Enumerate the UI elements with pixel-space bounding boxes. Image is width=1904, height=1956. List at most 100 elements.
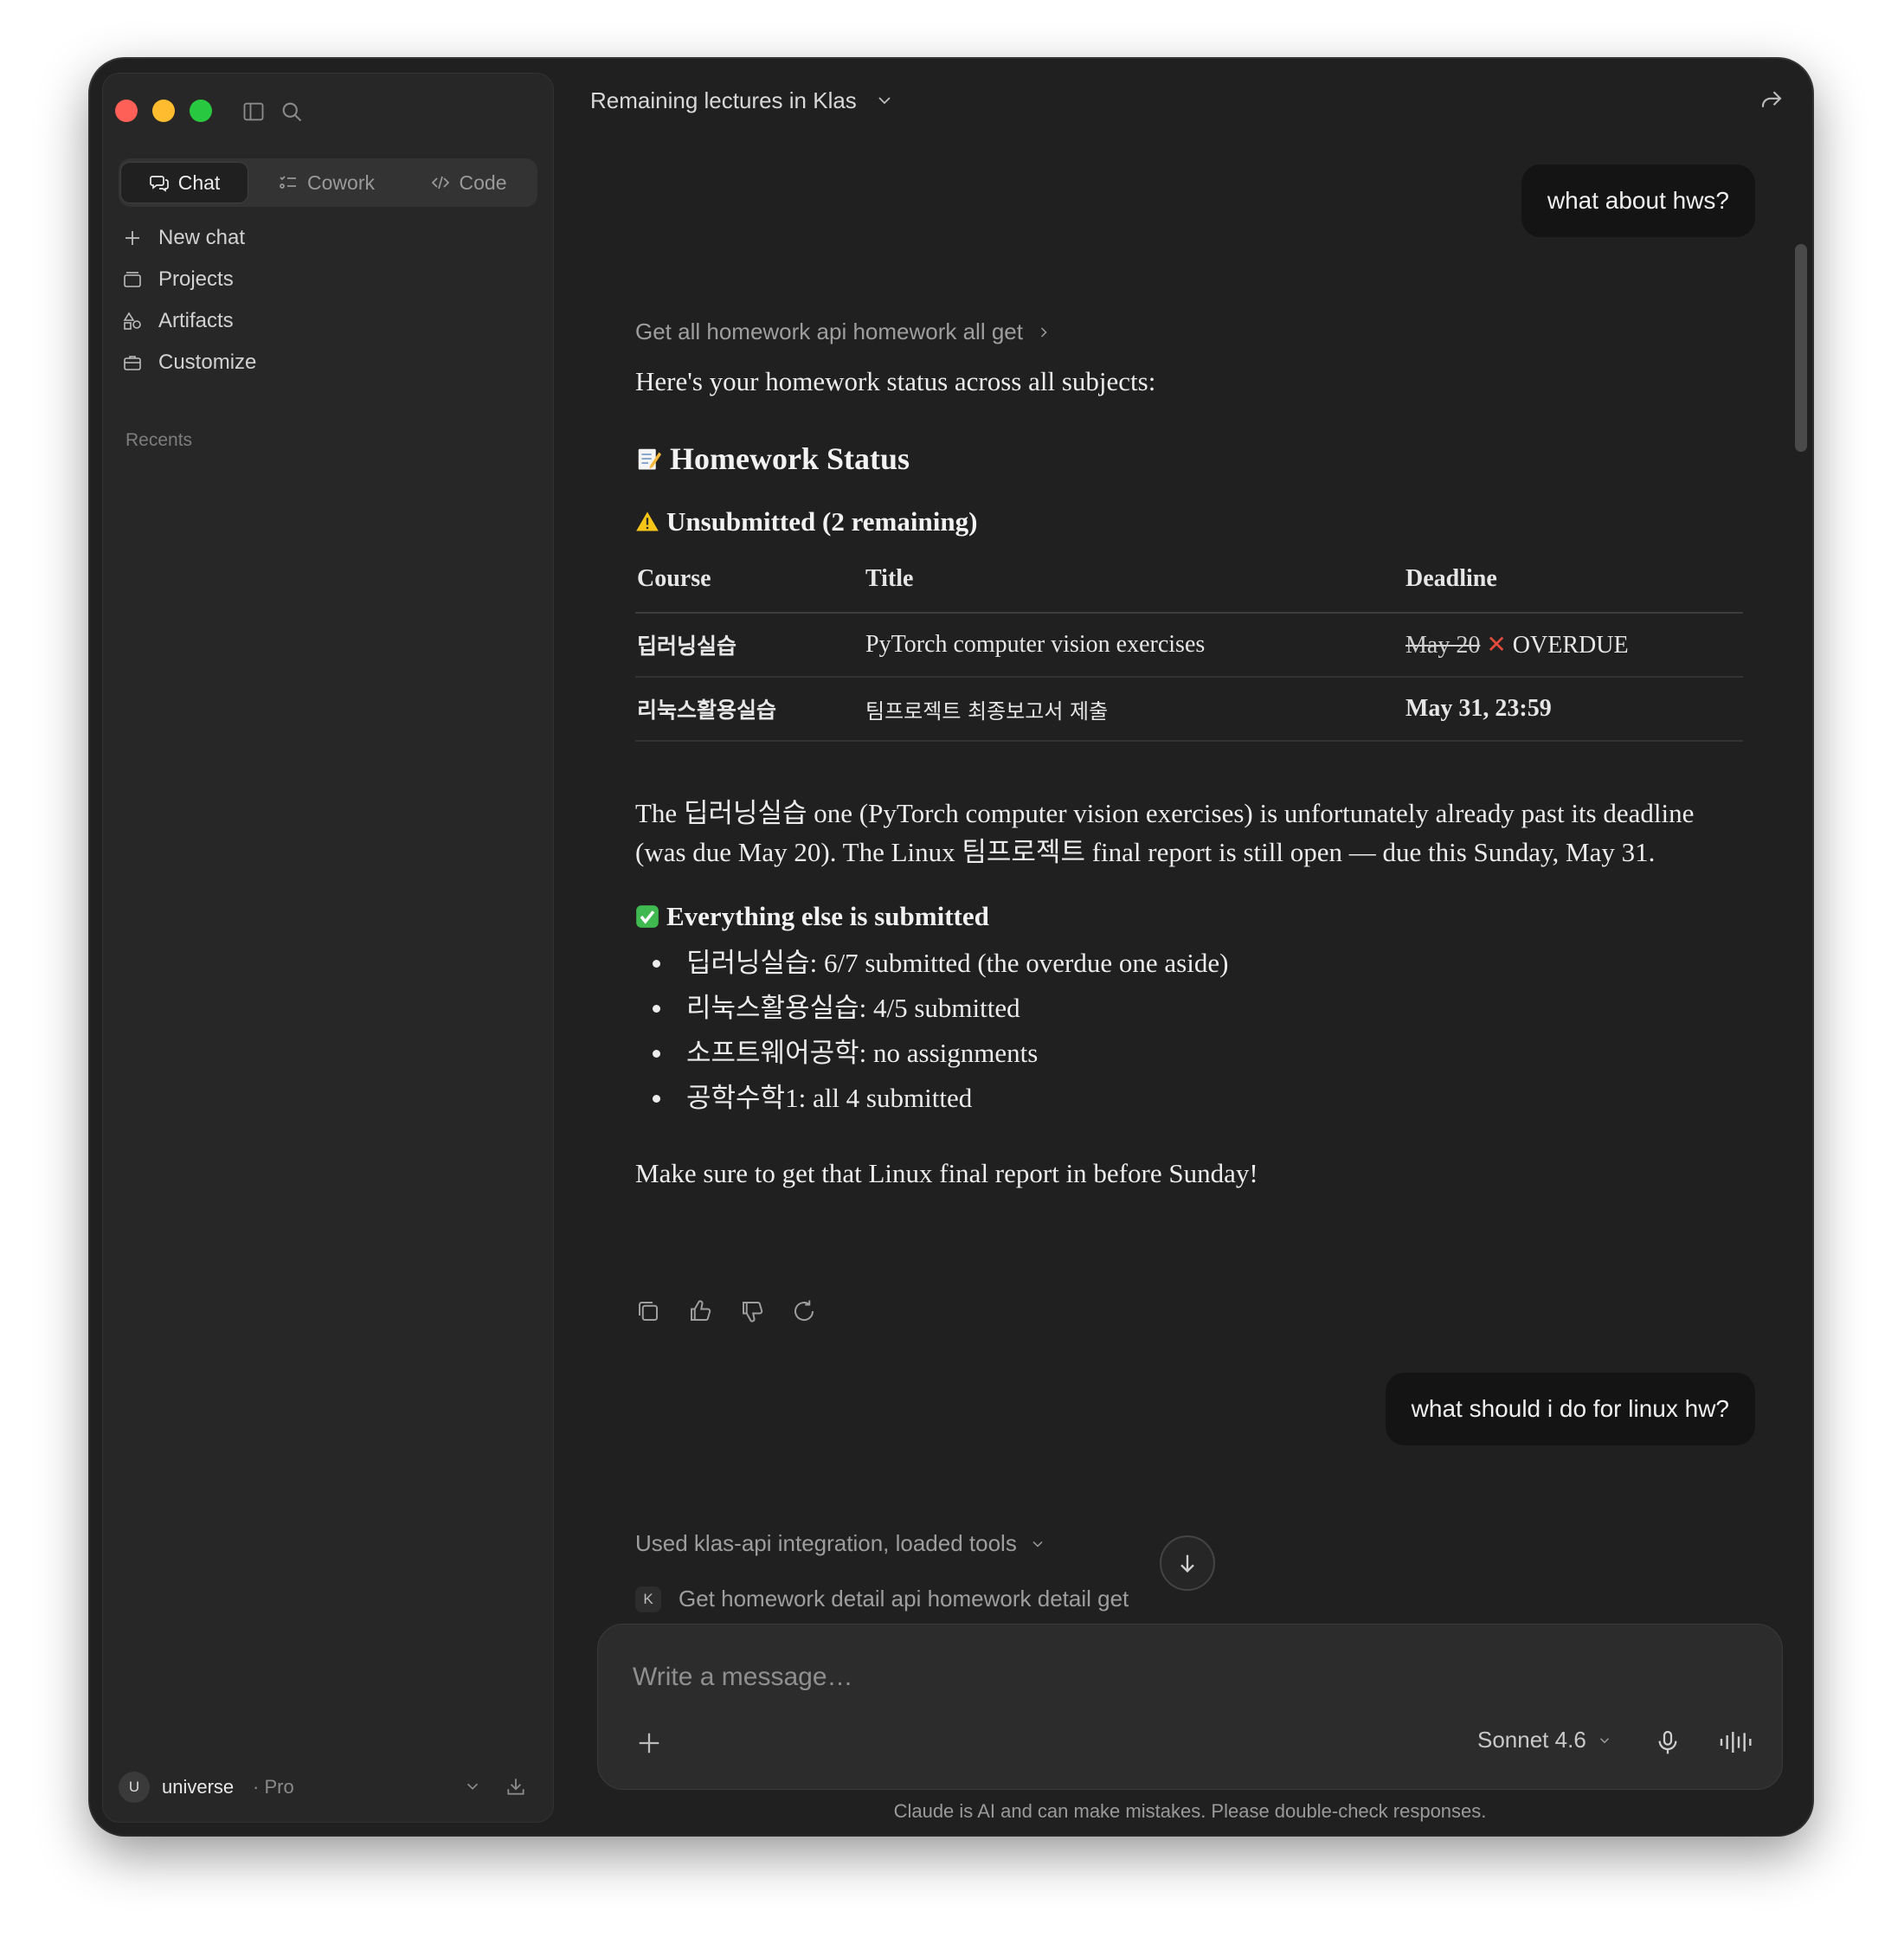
chevron-down-icon: [1032, 1541, 1043, 1547]
list-item: 딥러닝실습: 6/7 submitted (the overdue one as…: [635, 941, 1743, 986]
sidebar-item-artifacts[interactable]: Artifacts: [122, 302, 234, 340]
chevron-right-icon: [1040, 326, 1047, 338]
scrollbar-thumb[interactable]: [1795, 244, 1807, 452]
sidebar: Chat Cowork Code New chat Projects Artif…: [102, 73, 554, 1823]
sidebar-toggle-icon[interactable]: [241, 100, 266, 124]
user-menu[interactable]: U universe · Pro: [119, 1768, 537, 1806]
thumbs-up-icon[interactable]: [687, 1298, 713, 1324]
tool-call-summary[interactable]: Get all homework api homework all get: [635, 318, 1052, 345]
user-message: what about hws?: [1521, 164, 1755, 237]
new-chat-label: New chat: [158, 226, 246, 249]
course-cell: 리눅스활용실습: [635, 677, 864, 742]
chevron-down-icon: [1599, 1737, 1609, 1743]
memo-icon: [638, 448, 661, 470]
chevron-down-icon[interactable]: [463, 1777, 482, 1796]
summary-paragraph: The 딥러닝실습 one (PyTorch computer vision e…: [635, 798, 1695, 867]
tab-chat[interactable]: Chat: [120, 162, 248, 203]
new-chat-button[interactable]: New chat: [122, 219, 245, 257]
check-mark-icon: [636, 905, 659, 928]
user-message: what should i do for linux hw?: [1385, 1373, 1755, 1445]
tool-call-label: Get homework detail api homework detail …: [679, 1586, 1129, 1612]
submitted-heading: Everything else is submitted: [635, 901, 1743, 932]
microphone-icon[interactable]: [1654, 1728, 1682, 1756]
intro-text: Here's your homework status across all s…: [635, 366, 1156, 396]
list-item: 공학수학1: all 4 submitted: [635, 1076, 1743, 1121]
closing-text: Make sure to get that Linux final report…: [635, 1158, 1258, 1188]
conversation-title-button[interactable]: Remaining lectures in Klas: [590, 81, 895, 119]
minimize-window-button[interactable]: [152, 100, 175, 122]
table-row: 딥러닝실습 PyTorch computer vision exercises …: [635, 613, 1743, 678]
user-name: universe: [162, 1776, 235, 1798]
assistant-message: Here's your homework status across all s…: [635, 362, 1743, 1193]
maximize-window-button[interactable]: [190, 100, 212, 122]
chat-bubbles-icon: [149, 176, 169, 192]
copy-icon[interactable]: [635, 1298, 661, 1324]
tab-cowork[interactable]: Cowork: [257, 162, 396, 203]
integration-badge: K: [635, 1586, 661, 1612]
thumbs-down-icon[interactable]: [739, 1298, 765, 1324]
list-item: 소프트웨어공학: no assignments: [635, 1031, 1743, 1076]
folder-icon: [124, 272, 141, 287]
sidebar-item-customize[interactable]: Customize: [122, 344, 256, 382]
chevron-down-icon: [878, 97, 891, 105]
arrow-down-icon: [1180, 1554, 1194, 1573]
deadline-status: OVERDUE: [1512, 632, 1629, 659]
mode-tabs: Chat Cowork Code: [119, 158, 537, 207]
homework-status-heading: Homework Status: [635, 441, 1743, 477]
code-brackets-icon: [431, 176, 449, 190]
column-header: Course: [635, 546, 864, 614]
deadline-cell: May 20 ✕ OVERDUE: [1404, 613, 1743, 678]
briefcase-icon: [124, 356, 141, 370]
homework-status-text: Homework Status: [670, 441, 910, 476]
recents-heading: Recents: [125, 430, 193, 450]
title-cell: 팀프로젝트 최종보고서 제출: [864, 677, 1404, 742]
sidebar-item-projects[interactable]: Projects: [122, 261, 234, 299]
tool-call-label: Get all homework api homework all get: [635, 318, 1023, 344]
app-window: Chat Cowork Code New chat Projects Artif…: [90, 59, 1812, 1835]
share-icon[interactable]: [1759, 87, 1785, 113]
projects-label: Projects: [158, 267, 234, 291]
retry-icon[interactable]: [791, 1298, 817, 1324]
voice-waveform-icon[interactable]: [1718, 1728, 1753, 1756]
tab-cowork-label: Cowork: [307, 171, 375, 194]
title-cell: PyTorch computer vision exercises: [864, 613, 1404, 678]
tool-call-item[interactable]: K Get homework detail api homework detai…: [635, 1586, 1129, 1612]
customize-label: Customize: [158, 351, 257, 374]
message-actions: [635, 1298, 817, 1324]
user-plan: · Pro: [253, 1776, 294, 1798]
message-input[interactable]: [631, 1657, 1673, 1697]
message-composer: Sonnet 4.6: [597, 1624, 1783, 1790]
overdue-x-icon: ✕: [1486, 630, 1507, 659]
unsubmitted-text: Unsubmitted (2 remaining): [666, 506, 978, 537]
warning-icon: [636, 512, 659, 531]
table-header-row: Course Title Deadline: [635, 546, 1743, 614]
download-icon[interactable]: [505, 1775, 527, 1798]
tab-code[interactable]: Code: [401, 162, 536, 203]
close-window-button[interactable]: [115, 100, 138, 122]
model-name: Sonnet 4.6: [1477, 1727, 1586, 1753]
checklist-icon: [280, 176, 297, 189]
deadline-struck: May 20: [1405, 632, 1481, 659]
model-selector[interactable]: Sonnet 4.6: [1477, 1727, 1612, 1753]
list-item: 리눅스활용실습: 4/5 submitted: [635, 986, 1743, 1031]
column-header: Deadline: [1404, 546, 1743, 614]
submitted-text: Everything else is submitted: [666, 901, 989, 931]
scroll-to-bottom-button[interactable]: [1160, 1535, 1215, 1591]
homework-table: Course Title Deadline 딥러닝실습 PyTorch comp…: [635, 546, 1743, 742]
artifacts-label: Artifacts: [158, 309, 234, 332]
add-attachment-icon[interactable]: [636, 1730, 662, 1756]
unsubmitted-heading: Unsubmitted (2 remaining): [635, 506, 1743, 537]
column-header: Title: [864, 546, 1404, 614]
tab-chat-label: Chat: [177, 171, 221, 194]
shapes-icon: [123, 312, 141, 330]
deadline-cell: May 31, 23:59: [1404, 677, 1743, 742]
table-row: 리눅스활용실습 팀프로젝트 최종보고서 제출 May 31, 23:59: [635, 677, 1743, 742]
conversation-title: Remaining lectures in Klas: [590, 87, 857, 113]
tab-code-label: Code: [459, 171, 507, 194]
disclaimer-text: Claude is AI and can make mistakes. Plea…: [893, 1800, 1487, 1822]
integration-summary[interactable]: Used klas-api integration, loaded tools: [635, 1530, 1046, 1557]
integration-label: Used klas-api integration, loaded tools: [635, 1530, 1017, 1556]
plus-icon: [125, 231, 139, 245]
search-icon[interactable]: [280, 100, 304, 124]
course-cell: 딥러닝실습: [635, 613, 864, 678]
